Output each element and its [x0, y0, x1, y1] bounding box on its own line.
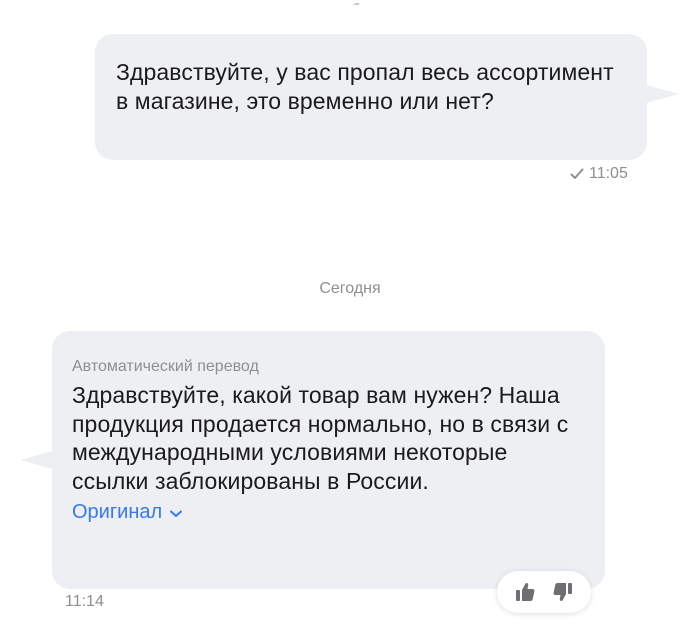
incoming-message-text: Здравствуйте, какой товар вам нужен? Наш…	[72, 382, 569, 494]
scroll-artifact	[352, 0, 362, 5]
outgoing-message-status: 11:05	[570, 164, 628, 184]
outgoing-bubble-tail	[643, 84, 679, 104]
check-icon	[570, 168, 584, 179]
like-button[interactable]	[513, 580, 537, 604]
dislike-button[interactable]	[551, 580, 575, 604]
incoming-bubble-tail	[20, 450, 56, 470]
incoming-message-time: 11:14	[65, 593, 104, 610]
translation-feedback	[497, 571, 591, 613]
thumbs-up-icon	[516, 583, 535, 601]
show-original-link[interactable]: Оригинал	[72, 501, 183, 524]
outgoing-message-time: 11:05	[589, 165, 628, 182]
date-separator: Сегодня	[319, 280, 381, 297]
show-original-label: Оригинал	[72, 501, 163, 523]
outgoing-message-text: Здравствуйте, у вас пропал весь ассортим…	[116, 59, 614, 114]
incoming-message-bubble[interactable]: Автоматический перевод Здравствуйте, как…	[52, 331, 605, 589]
chevron-down-icon	[170, 510, 183, 517]
translation-label: Автоматический перевод	[72, 358, 259, 375]
thumbs-down-icon	[553, 583, 572, 601]
outgoing-message-bubble[interactable]: Здравствуйте, у вас пропал весь ассортим…	[95, 34, 647, 160]
